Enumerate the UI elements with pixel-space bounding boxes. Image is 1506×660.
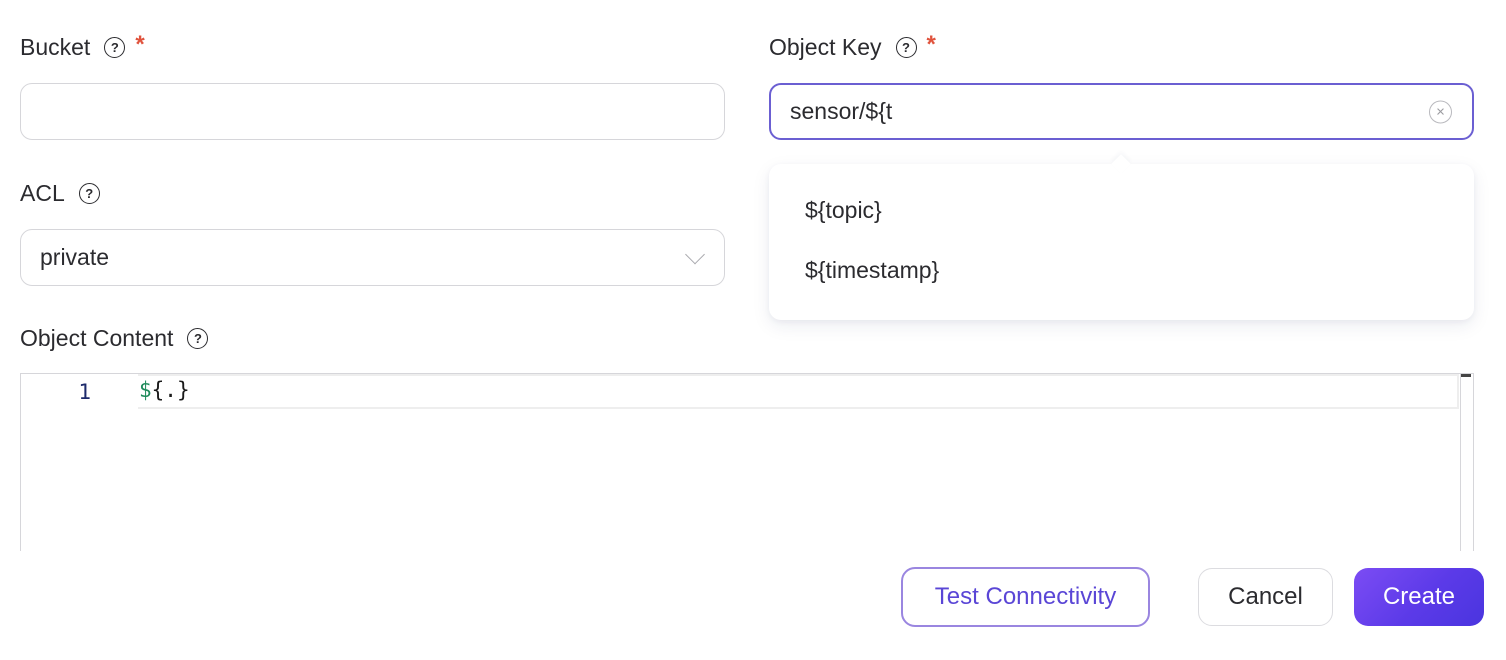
create-s3-action-form: Bucket ? * Object Key ? * sensor/${t × $… xyxy=(0,0,1506,660)
line-number: 1 xyxy=(78,380,91,404)
code-line[interactable]: ${.} xyxy=(139,378,190,402)
required-asterisk: * xyxy=(926,31,936,58)
suggestion-item-timestamp[interactable]: ${timestamp} xyxy=(769,240,1474,300)
close-circle-icon[interactable]: × xyxy=(1429,100,1452,123)
object-key-label-row: Object Key ? * xyxy=(769,31,936,62)
suggestion-label: ${timestamp} xyxy=(805,256,940,283)
object-content-label-row: Object Content ? xyxy=(20,323,209,353)
bucket-input[interactable] xyxy=(20,83,725,140)
question-circle-icon[interactable]: ? xyxy=(895,36,917,58)
question-circle-icon[interactable]: ? xyxy=(187,327,209,349)
acl-select[interactable]: private xyxy=(20,229,725,286)
acl-label-row: ACL ? xyxy=(20,178,100,208)
editor-scrollbar[interactable] xyxy=(1460,374,1473,551)
bucket-label-row: Bucket ? * xyxy=(20,31,145,62)
dropdown-arrow xyxy=(1111,154,1131,174)
object-key-input[interactable]: sensor/${t × xyxy=(769,83,1474,140)
object-content-label: Object Content xyxy=(20,324,174,351)
suggestion-item-topic[interactable]: ${topic} xyxy=(769,180,1474,240)
object-key-suggestions-dropdown: ${topic} ${timestamp} xyxy=(769,154,1474,320)
question-circle-icon[interactable]: ? xyxy=(104,36,126,58)
acl-label: ACL xyxy=(20,179,65,206)
create-button[interactable]: Create xyxy=(1354,568,1484,626)
bucket-label: Bucket xyxy=(20,33,91,60)
code-token-expression: {.} xyxy=(151,378,190,402)
object-content-code-editor[interactable]: 1 ${.} xyxy=(20,373,1474,551)
object-key-label: Object Key xyxy=(769,33,882,60)
suggestion-label: ${topic} xyxy=(805,196,882,223)
editor-scrollbar-thumb[interactable] xyxy=(1461,374,1471,377)
cancel-button[interactable]: Cancel xyxy=(1198,568,1333,626)
acl-selected-value: private xyxy=(40,244,110,270)
editor-gutter: 1 xyxy=(21,374,131,551)
test-connectivity-button[interactable]: Test Connectivity xyxy=(901,567,1150,627)
chevron-down-icon xyxy=(685,244,705,264)
active-line-highlight xyxy=(138,374,1459,409)
code-token-dollar: $ xyxy=(139,378,152,402)
question-circle-icon[interactable]: ? xyxy=(78,182,100,204)
required-asterisk: * xyxy=(135,31,145,58)
object-key-input-value: sensor/${t xyxy=(790,98,893,124)
